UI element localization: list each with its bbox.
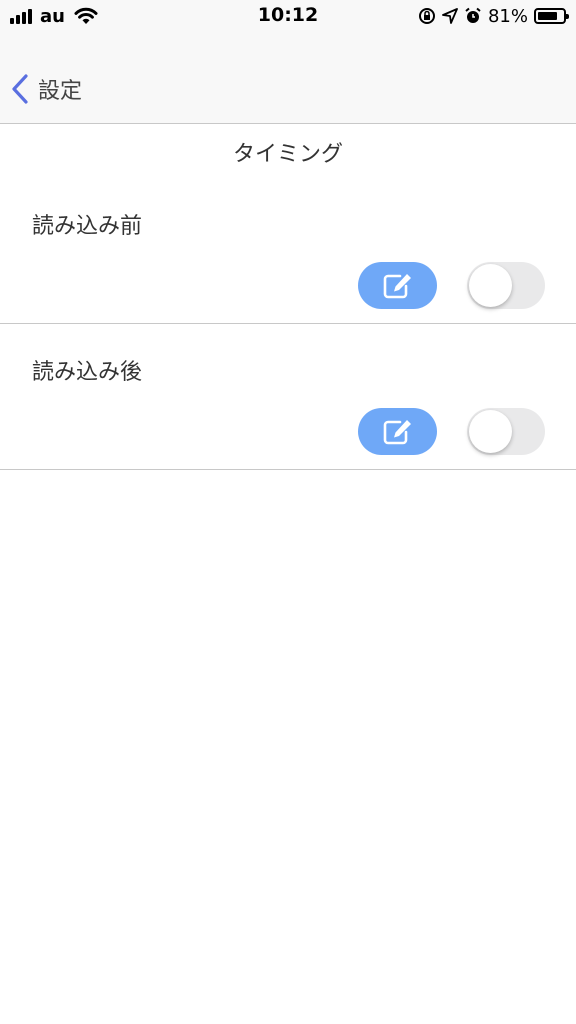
orientation-lock-icon [418, 8, 435, 24]
back-label: 設定 [38, 79, 83, 104]
status-bar: au 10:12 81% [0, 0, 576, 34]
pencil-square-icon [383, 273, 411, 298]
battery-fill [538, 12, 558, 20]
battery-icon [534, 8, 569, 24]
enable-toggle[interactable] [467, 408, 545, 455]
toggle-knob [469, 410, 512, 453]
edit-button[interactable] [358, 262, 437, 309]
back-button[interactable]: 設定 [10, 72, 82, 106]
pencil-square-icon [383, 419, 411, 444]
navigation-bar: 設定 [0, 34, 576, 124]
toggle-knob [469, 264, 512, 307]
status-right: 81% [418, 4, 569, 28]
timing-row-before-load: 読み込み前 [0, 178, 576, 324]
section-title: タイミング [232, 142, 343, 167]
battery-percent: 81% [487, 5, 528, 27]
alarm-icon [465, 7, 481, 23]
row-label: 読み込み後 [32, 360, 143, 385]
location-icon [442, 8, 458, 24]
timing-row-after-load: 読み込み後 [0, 324, 576, 470]
enable-toggle[interactable] [467, 262, 545, 309]
chevron-left-icon [12, 74, 28, 104]
edit-button[interactable] [358, 408, 437, 455]
row-label: 読み込み前 [32, 214, 143, 239]
